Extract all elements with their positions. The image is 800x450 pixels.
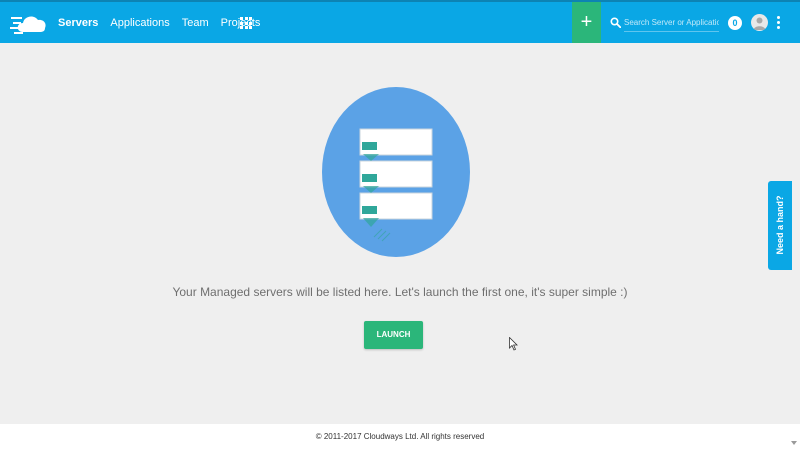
kebab-menu-icon[interactable] <box>775 16 781 30</box>
nav-applications[interactable]: Applications <box>110 17 169 29</box>
nav-team[interactable]: Team <box>182 17 209 29</box>
search-icon <box>610 17 621 28</box>
mouse-cursor-icon <box>509 337 518 351</box>
launch-button[interactable]: LAUNCH <box>364 321 423 349</box>
notification-badge[interactable]: 0 <box>728 16 742 30</box>
apps-grid-icon[interactable] <box>240 17 252 29</box>
add-button[interactable]: + <box>572 2 601 43</box>
cloudways-logo[interactable] <box>10 10 48 36</box>
empty-state-message: Your Managed servers will be listed here… <box>172 285 628 299</box>
help-tab[interactable]: Need a hand? <box>768 181 792 270</box>
scroll-down-icon[interactable] <box>791 441 797 445</box>
user-avatar-icon[interactable] <box>751 14 768 31</box>
copyright-text: © 2011-2017 Cloudways Ltd. All rights re… <box>315 432 485 441</box>
search-input[interactable] <box>624 14 719 32</box>
server-stack-illustration <box>322 87 470 257</box>
nav-servers[interactable]: Servers <box>58 17 98 29</box>
footer: © 2011-2017 Cloudways Ltd. All rights re… <box>0 424 800 450</box>
top-navigation-bar: Servers Applications Team Projects + 0 <box>0 0 800 43</box>
help-tab-label: Need a hand? <box>775 195 785 255</box>
